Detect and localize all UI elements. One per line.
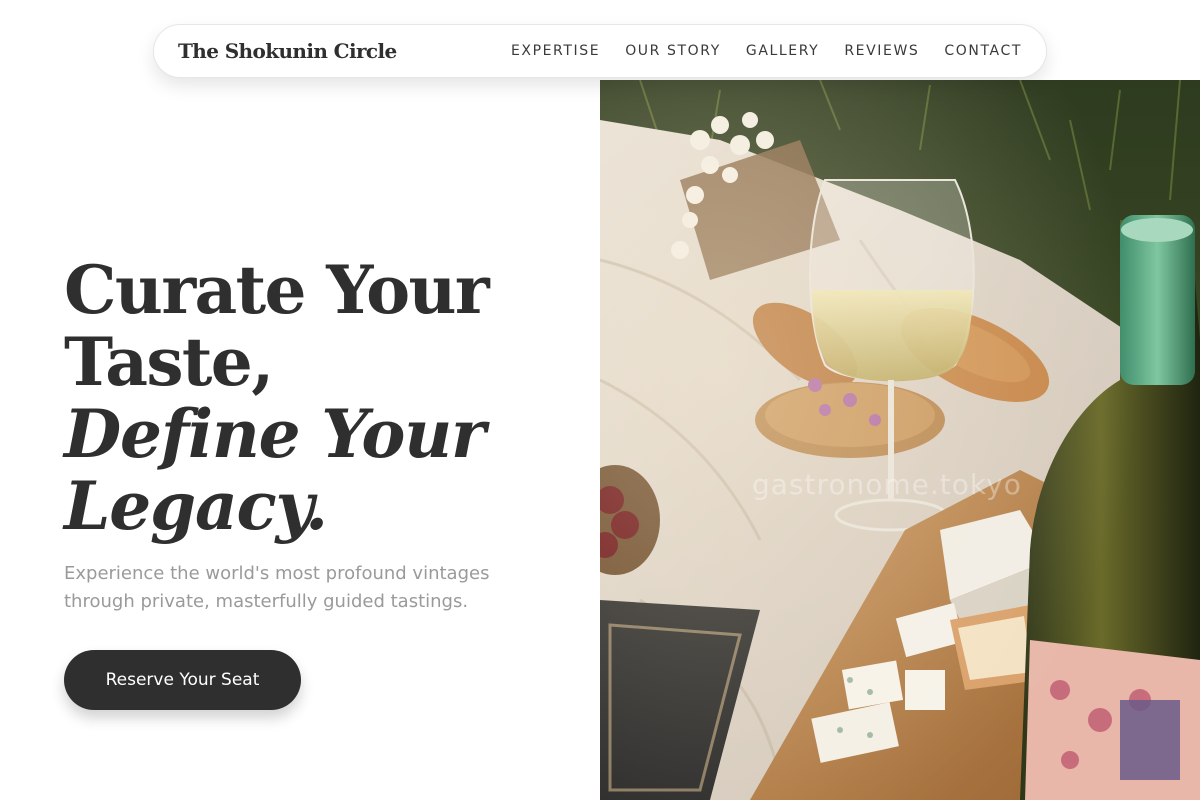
hero-title-line-2: Taste, xyxy=(64,323,274,401)
hero-title-line-3: Define Your xyxy=(64,395,486,473)
top-navigation-bar: The Shokunin Circle EXPERTISE OUR STORY … xyxy=(153,24,1047,78)
hero-title-line-4: Legacy. xyxy=(64,467,328,545)
image-watermark: gastronome.tokyo xyxy=(752,468,1022,501)
nav-links: EXPERTISE OUR STORY GALLERY REVIEWS CONT… xyxy=(511,43,1022,59)
picnic-illustration xyxy=(600,80,1200,800)
reserve-seat-button[interactable]: Reserve Your Seat xyxy=(64,650,301,710)
hero-subtitle: Experience the world's most profound vin… xyxy=(64,563,490,612)
nav-link-gallery[interactable]: GALLERY xyxy=(746,43,819,59)
hero-section: Curate Your Taste, Define Your Legacy. E… xyxy=(64,254,584,616)
nav-link-our-story[interactable]: OUR STORY xyxy=(625,43,721,59)
brand-logo[interactable]: The Shokunin Circle xyxy=(178,39,397,63)
nav-link-expertise[interactable]: EXPERTISE xyxy=(511,43,600,59)
hero-title: Curate Your Taste, Define Your Legacy. xyxy=(64,254,584,542)
hero-title-line-1: Curate Your xyxy=(64,251,490,329)
hero-picnic-image: gastronome.tokyo xyxy=(600,80,1200,800)
nav-link-contact[interactable]: CONTACT xyxy=(944,43,1022,59)
nav-link-reviews[interactable]: REVIEWS xyxy=(844,43,919,59)
